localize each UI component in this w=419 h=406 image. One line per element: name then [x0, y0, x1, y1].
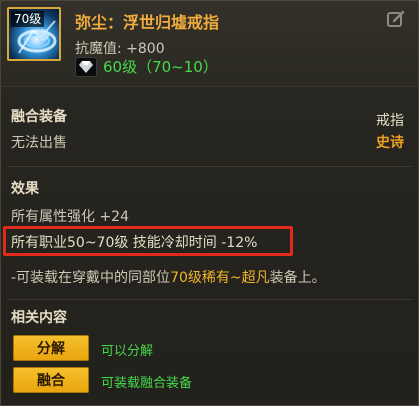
- rarity-label: 史诗: [376, 135, 404, 151]
- item-tooltip-panel: 70级 弥尘：浮世归墟戒指 抗魔值: +800 60级（70~10） 融合装备 …: [0, 0, 419, 406]
- item-level-requirement: 60级（70~10）: [103, 58, 218, 76]
- effect-line-3-suffix: 装备上。: [269, 270, 326, 286]
- section-divider: [7, 166, 412, 167]
- edit-icon[interactable]: [386, 9, 406, 29]
- sell-status: 无法出售: [11, 135, 67, 151]
- effect-line-1: 所有属性强化 +24: [11, 209, 129, 225]
- item-level-badge: 70级: [11, 11, 45, 27]
- item-header: 70级 弥尘：浮世归墟戒指 抗魔值: +800 60级（70~10）: [1, 1, 418, 87]
- item-title: 弥尘：浮世归墟戒指: [75, 13, 220, 32]
- fuse-description: 可装载融合装备: [101, 376, 193, 391]
- item-requirement: 60级（70~10）: [75, 56, 218, 77]
- ring-item-icon: 70级: [7, 7, 61, 61]
- diamond-icon: [75, 56, 97, 77]
- effect-line-3: -可装载在穿戴中的同部位70级稀有~超凡装备上。: [11, 267, 326, 287]
- section-divider: [7, 299, 412, 300]
- fusion-section-title: 融合装备: [11, 109, 67, 125]
- equipment-slot: 戒指: [376, 113, 404, 129]
- effect-line-3-highlight: 70级稀有~超凡: [170, 270, 270, 286]
- item-attribute: 抗魔值: +800: [75, 41, 165, 57]
- effects-section-title: 效果: [11, 181, 39, 197]
- effect-line-2: 所有职业50~70级 技能冷却时间 -12%: [11, 235, 258, 251]
- fuse-button[interactable]: 融合: [13, 367, 89, 393]
- disassemble-description: 可以分解: [101, 344, 154, 359]
- effect-line-3-prefix: -可装载在穿戴中的同部位: [11, 270, 171, 286]
- related-section-title: 相关内容: [11, 310, 67, 326]
- disassemble-button[interactable]: 分解: [13, 335, 89, 361]
